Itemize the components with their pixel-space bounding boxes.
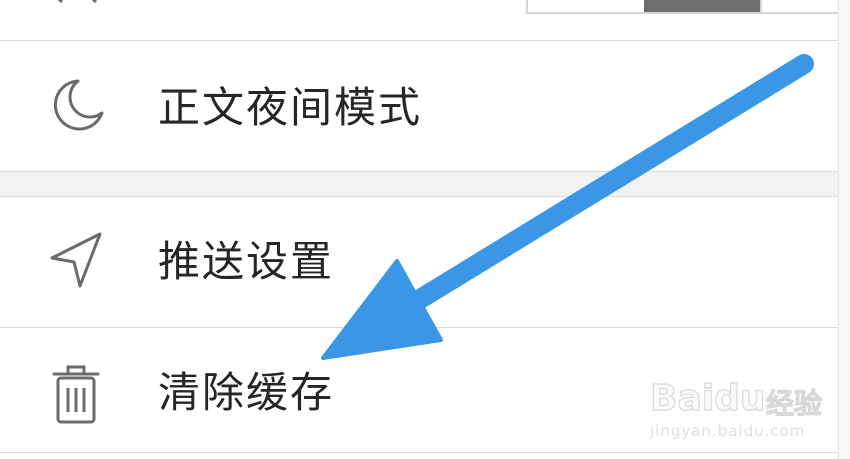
watermark: Baidu 经验 jingyan.baidu.com [649,366,850,452]
top-partial-row [0,0,850,40]
segment-divider [760,0,762,12]
divider [0,452,850,453]
watermark-url: jingyan.baidu.com [650,422,806,440]
watermark-cn: 经验 [765,387,823,421]
setting-label-clear-cache: 清除缓存 [158,368,335,417]
send-icon [50,232,102,288]
segment-selected[interactable] [644,0,760,12]
partial-icon [57,0,98,4]
section-gap [0,172,850,196]
setting-row-push[interactable]: 推送设置 [0,197,850,327]
watermark-brand: Baidu [649,377,766,419]
setting-label-night-mode: 正文夜间模式 [158,83,423,132]
font-size-segmented-control[interactable] [526,0,844,14]
setting-row-night-mode[interactable]: 正文夜间模式 [0,41,850,172]
trash-icon [52,365,100,424]
moon-icon [53,79,104,131]
setting-label-push: 推送设置 [158,237,335,286]
